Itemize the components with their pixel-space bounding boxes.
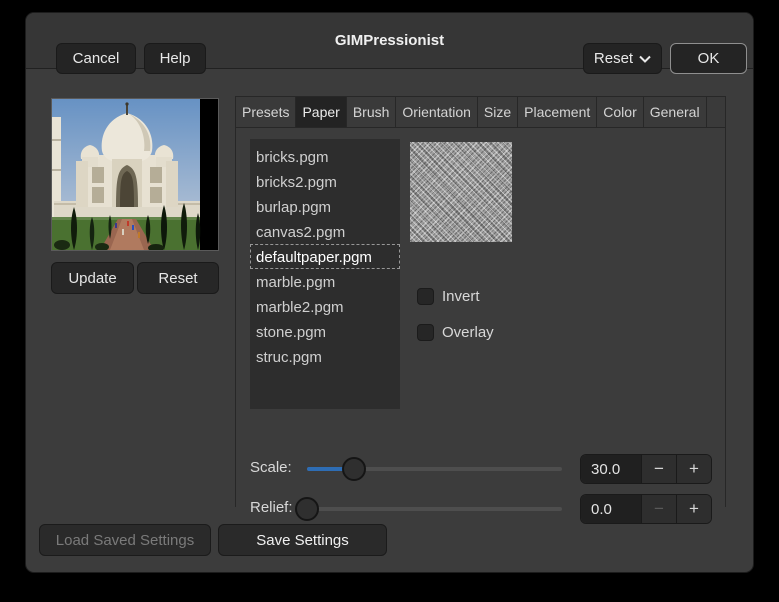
tab-orientation[interactable]: Orientation [396,97,477,127]
titlebar: Cancel Help GIMPressionist Reset OK [26,13,753,69]
paper-tab-panel: bricks.pgmbricks2.pgmburlap.pgmcanvas2.p… [236,128,725,507]
invert-checkbox-row[interactable]: Invert [417,288,480,305]
overlay-label: Overlay [442,324,494,341]
scale-spinbox: 30.0 − + [580,454,712,484]
save-settings-button[interactable]: Save Settings [218,524,387,556]
scale-plus-button[interactable]: + [676,455,711,483]
file-row-marble2[interactable]: marble2.pgm [250,294,400,319]
tab-presets[interactable]: Presets [236,97,296,127]
file-row-bricks[interactable]: bricks.pgm [250,144,400,169]
tab-paper[interactable]: Paper [296,97,346,127]
file-row-defaultpaper[interactable]: defaultpaper.pgm [250,244,400,269]
chevron-down-icon [639,55,651,63]
scale-minus-button[interactable]: − [641,455,676,483]
relief-label: Relief: [250,499,293,516]
load-saved-settings-button[interactable]: Load Saved Settings [39,524,211,556]
scale-slider-handle[interactable] [342,457,366,481]
overlay-checkbox[interactable] [417,324,434,341]
settings-notebook: PresetsPaperBrushOrientationSizePlacemen… [235,96,726,507]
scale-slider[interactable] [307,467,562,471]
ok-button[interactable]: OK [670,43,747,74]
relief-row: Relief: 0.0 − + [236,494,725,524]
relief-spinbox: 0.0 − + [580,494,712,524]
scale-label: Scale: [250,459,292,476]
file-row-burlap[interactable]: burlap.pgm [250,194,400,219]
reset-dropdown-button[interactable]: Reset [583,43,662,74]
screen-background: Cancel Help GIMPressionist Reset OK [0,0,779,602]
relief-plus-button[interactable]: + [676,495,711,523]
relief-slider[interactable] [307,507,562,511]
tab-strip-filler [707,97,725,127]
tab-strip: PresetsPaperBrushOrientationSizePlacemen… [236,97,725,128]
tab-brush[interactable]: Brush [347,97,397,127]
scale-value[interactable]: 30.0 [581,455,641,483]
file-row-stone[interactable]: stone.pgm [250,319,400,344]
paper-texture-thumbnail [410,142,512,242]
file-row-marble[interactable]: marble.pgm [250,269,400,294]
paper-file-list[interactable]: bricks.pgmbricks2.pgmburlap.pgmcanvas2.p… [250,139,400,409]
file-row-bricks2[interactable]: bricks2.pgm [250,169,400,194]
file-row-canvas2[interactable]: canvas2.pgm [250,219,400,244]
gimpressionist-dialog: Cancel Help GIMPressionist Reset OK [25,12,754,573]
tab-size[interactable]: Size [478,97,518,127]
tab-color[interactable]: Color [597,97,643,127]
invert-checkbox[interactable] [417,288,434,305]
scale-row: Scale: 30.0 − + [236,454,725,484]
preview-image [51,98,219,251]
relief-value[interactable]: 0.0 [581,495,641,523]
taj-mahal-preview-image [52,99,218,250]
tab-placement[interactable]: Placement [518,97,597,127]
reset-button-label: Reset [594,50,633,67]
invert-label: Invert [442,288,480,305]
relief-slider-handle[interactable] [295,497,319,521]
preview-reset-button[interactable]: Reset [137,262,219,294]
tab-general[interactable]: General [644,97,707,127]
file-row-struc[interactable]: struc.pgm [250,344,400,369]
overlay-checkbox-row[interactable]: Overlay [417,324,494,341]
relief-minus-button[interactable]: − [641,495,676,523]
update-button[interactable]: Update [51,262,134,294]
